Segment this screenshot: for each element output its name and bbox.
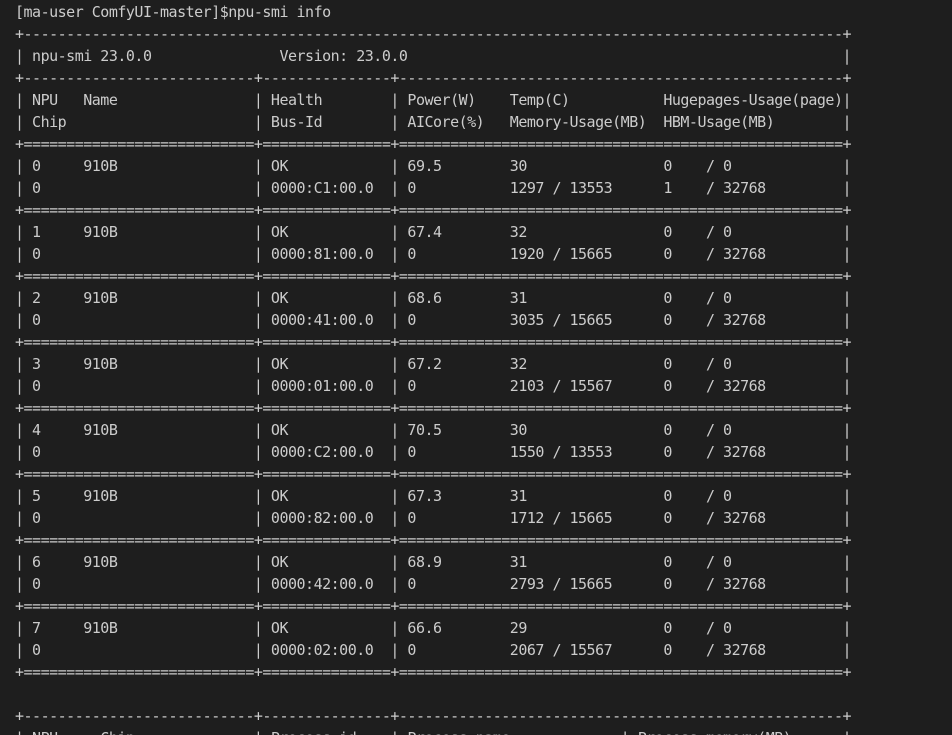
table-row: | Chip | Bus-Id | AICore(%) Memory-Usage…: [15, 113, 852, 131]
table-border-line: +===========================+===========…: [15, 267, 852, 285]
table-row: | 6 910B | OK | 68.9 31 0 / 0 |: [15, 553, 852, 571]
table-border-line: +===========================+===========…: [15, 399, 852, 417]
terminal-window[interactable]: [ma-user ComfyUI-master]$npu-smi info +-…: [0, 0, 952, 735]
table-row: | 2 910B | OK | 68.6 31 0 / 0 |: [15, 289, 852, 307]
table-row: | 0 | 0000:01:00.0 | 0 2103 / 15567 0 / …: [15, 377, 852, 395]
table-border-line: +===========================+===========…: [15, 531, 852, 549]
table-row: | 0 | 0000:41:00.0 | 0 3035 / 15665 0 / …: [15, 311, 852, 329]
table-row: | NPU Name | Health | Power(W) Temp(C) H…: [15, 91, 852, 109]
table-border-line: +===========================+===========…: [15, 663, 852, 681]
table-row: | 7 910B | OK | 66.6 29 0 / 0 |: [15, 619, 852, 637]
table-border-line: +---------------------------+-----------…: [15, 707, 852, 725]
table-border-line: +---------------------------------------…: [15, 25, 852, 43]
table-row: | npu-smi 23.0.0 Version: 23.0.0 |: [15, 47, 852, 65]
table-border-line: +===========================+===========…: [15, 465, 852, 483]
shell-prompt: [ma-user ComfyUI-master]$: [15, 3, 229, 21]
table-row: | 0 | 0000:C2:00.0 | 0 1550 / 13553 0 / …: [15, 443, 852, 461]
table-row: | 0 | 0000:81:00.0 | 0 1920 / 15665 0 / …: [15, 245, 852, 263]
table-border-line: +===========================+===========…: [15, 135, 852, 153]
table-row: | 4 910B | OK | 70.5 30 0 / 0 |: [15, 421, 852, 439]
table-row: | 0 910B | OK | 69.5 30 0 / 0 |: [15, 157, 852, 175]
table-row: | 0 | 0000:C1:00.0 | 0 1297 / 13553 1 / …: [15, 179, 852, 197]
command-text: npu-smi info: [228, 3, 331, 21]
table-row: | 0 | 0000:02:00.0 | 0 2067 / 15567 0 / …: [15, 641, 852, 659]
table-border-line: +===========================+===========…: [15, 597, 852, 615]
table-row: | NPU Chip | Process id | Process name |…: [15, 728, 852, 735]
table-row: | 0 | 0000:42:00.0 | 0 2793 / 15665 0 / …: [15, 575, 852, 593]
table-border-line: +===========================+===========…: [15, 201, 852, 219]
table-row: | 0 | 0000:82:00.0 | 0 1712 / 15665 0 / …: [15, 509, 852, 527]
table-border-line: +===========================+===========…: [15, 333, 852, 351]
prompt-line: [ma-user ComfyUI-master]$npu-smi info: [15, 2, 331, 22]
table-row: | 1 910B | OK | 67.4 32 0 / 0 |: [15, 223, 852, 241]
table-border-line: +---------------------------+-----------…: [15, 69, 852, 87]
table-row: | 5 910B | OK | 67.3 31 0 / 0 |: [15, 487, 852, 505]
table-row: | 3 910B | OK | 67.2 32 0 / 0 |: [15, 355, 852, 373]
